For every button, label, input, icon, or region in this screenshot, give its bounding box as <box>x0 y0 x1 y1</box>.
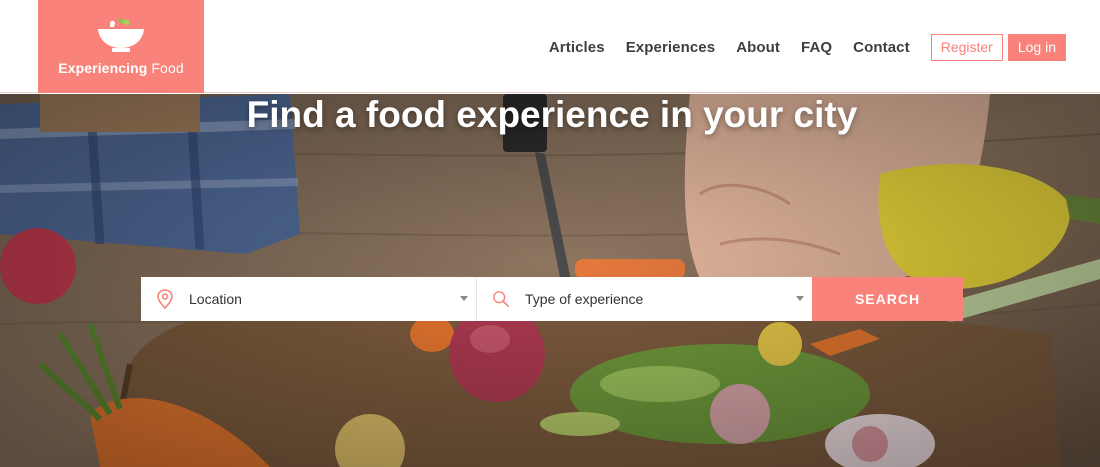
nav-contact[interactable]: Contact <box>853 39 910 56</box>
main-nav: Articles Experiences About FAQ Contact R… <box>549 33 1066 61</box>
nav-experiences[interactable]: Experiences <box>626 39 716 56</box>
experience-type-select[interactable]: Type of experience <box>477 277 812 321</box>
search-icon <box>493 291 510 308</box>
brand-name: Experiencing Food <box>58 60 184 76</box>
logo[interactable]: Experiencing Food <box>38 0 204 93</box>
nav-about[interactable]: About <box>736 39 780 56</box>
nav-articles[interactable]: Articles <box>549 39 605 56</box>
search-bar: Location Type of experience SEARCH <box>141 277 963 321</box>
location-select[interactable]: Location <box>141 277 477 321</box>
login-button[interactable]: Log in <box>1007 33 1066 61</box>
location-pin-icon <box>157 289 173 309</box>
nav-faq[interactable]: FAQ <box>801 39 832 56</box>
caret-down-icon <box>796 296 804 301</box>
hero-title: Find a food experience in your city <box>246 94 858 135</box>
search-button[interactable]: SEARCH <box>812 277 963 321</box>
bowl-icon <box>98 18 144 52</box>
location-label: Location <box>189 291 242 307</box>
site-header: Experiencing Food Articles Experiences A… <box>0 0 1100 93</box>
register-button[interactable]: Register <box>930 33 1003 61</box>
caret-down-icon <box>460 296 468 301</box>
experience-type-label: Type of experience <box>525 291 644 307</box>
